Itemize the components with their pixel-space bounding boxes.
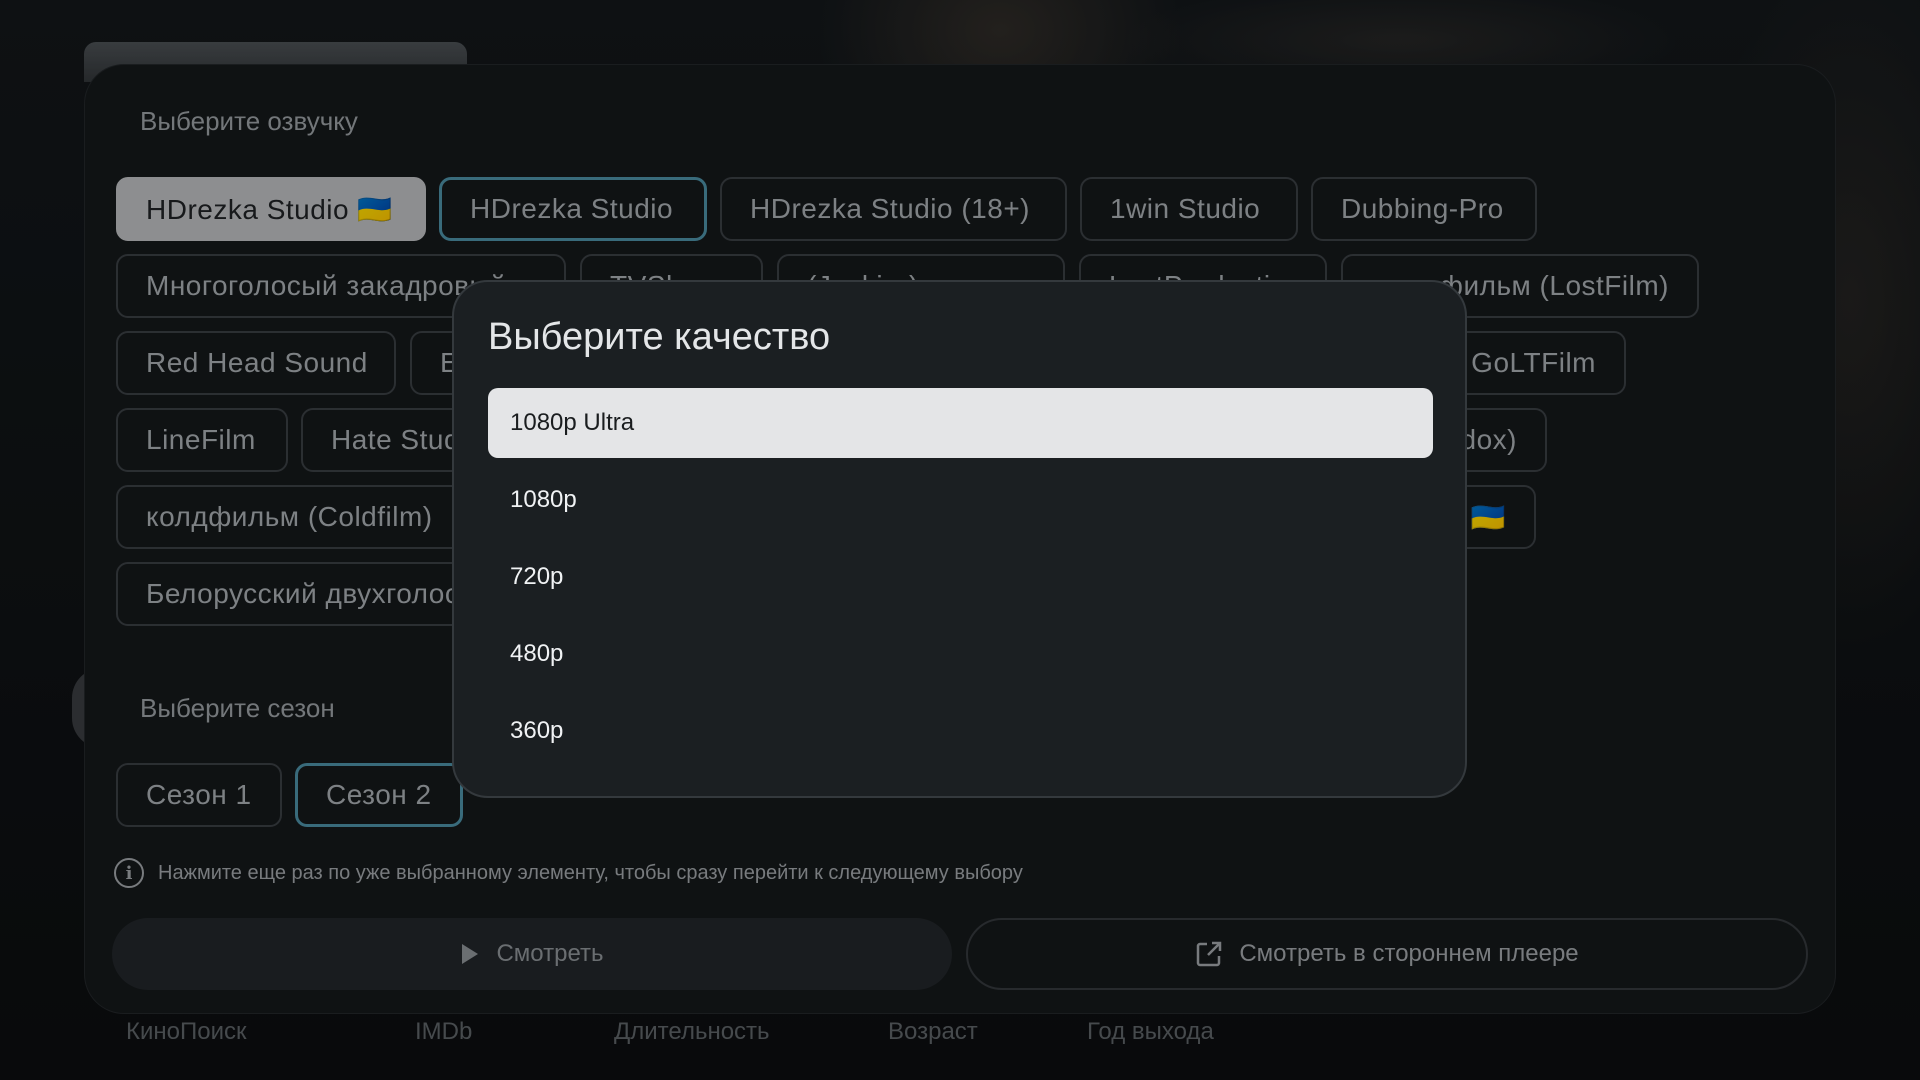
quality-option-720p[interactable]: 720p (488, 542, 1433, 612)
quality-option-480p[interactable]: 480p (488, 619, 1433, 689)
dialog-title: Выберите качество (488, 316, 831, 358)
quality-option-1080p-ultra[interactable]: 1080p Ultra (488, 388, 1433, 458)
quality-option-1080p[interactable]: 1080p (488, 465, 1433, 535)
quality-option-360p[interactable]: 360p (488, 696, 1433, 766)
quality-dialog: Выберите качество 1080p Ultra 1080p 720p… (452, 280, 1467, 798)
